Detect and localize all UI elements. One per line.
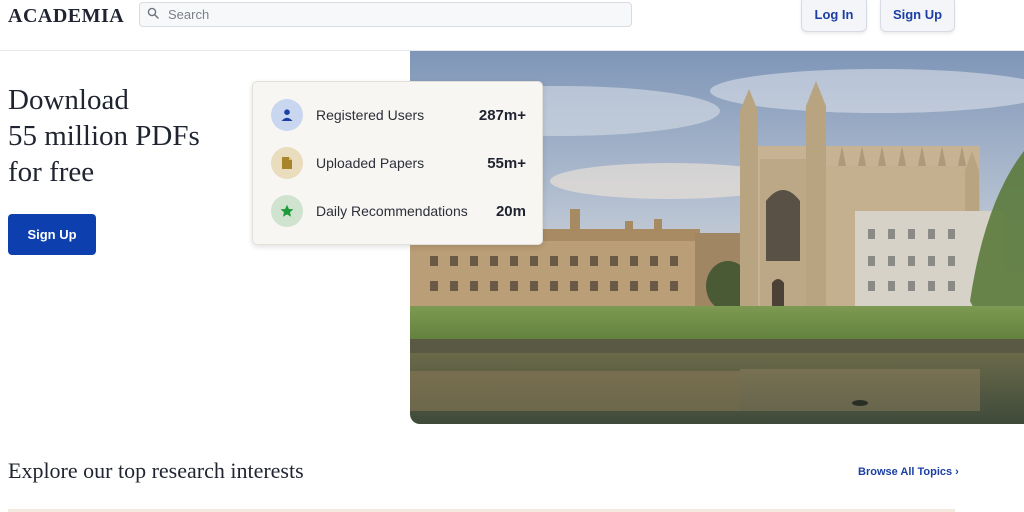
stat-label: Uploaded Papers — [316, 155, 425, 171]
hero-title: Download 55 million PDFs for free — [8, 84, 200, 188]
search-box[interactable] — [139, 2, 632, 27]
search-input[interactable] — [166, 6, 610, 23]
stat-row-registered-users: Registered Users 287m+ — [271, 99, 526, 131]
explore-heading: Explore our top research interests — [8, 458, 304, 483]
document-icon — [271, 147, 303, 179]
stat-row-uploaded-papers: Uploaded Papers 55m+ — [271, 147, 526, 179]
stat-value: 287m+ — [478, 106, 526, 124]
browse-all-topics-link[interactable]: Browse All Topics › — [858, 466, 959, 478]
user-icon — [271, 99, 303, 131]
stats-card: Registered Users 287m+ Uploaded Papers 5… — [252, 81, 543, 245]
stat-label: Registered Users — [316, 107, 425, 123]
signup-button-header[interactable]: Sign Up — [880, 0, 955, 32]
stat-value: 20m — [495, 202, 526, 220]
stat-value: 55m+ — [487, 154, 526, 172]
stat-label: Daily Recommendations — [316, 203, 468, 219]
hero-signup-button[interactable]: Sign Up — [8, 214, 96, 255]
search-icon — [147, 6, 159, 24]
star-icon — [271, 195, 303, 227]
stat-row-daily-recommendations: Daily Recommendations 20m — [271, 195, 526, 227]
academia-logo[interactable]: ACADEMIA — [8, 5, 124, 28]
login-button[interactable]: Log In — [801, 0, 867, 32]
top-header: ACADEMIA Log In Sign Up — [0, 0, 1024, 51]
